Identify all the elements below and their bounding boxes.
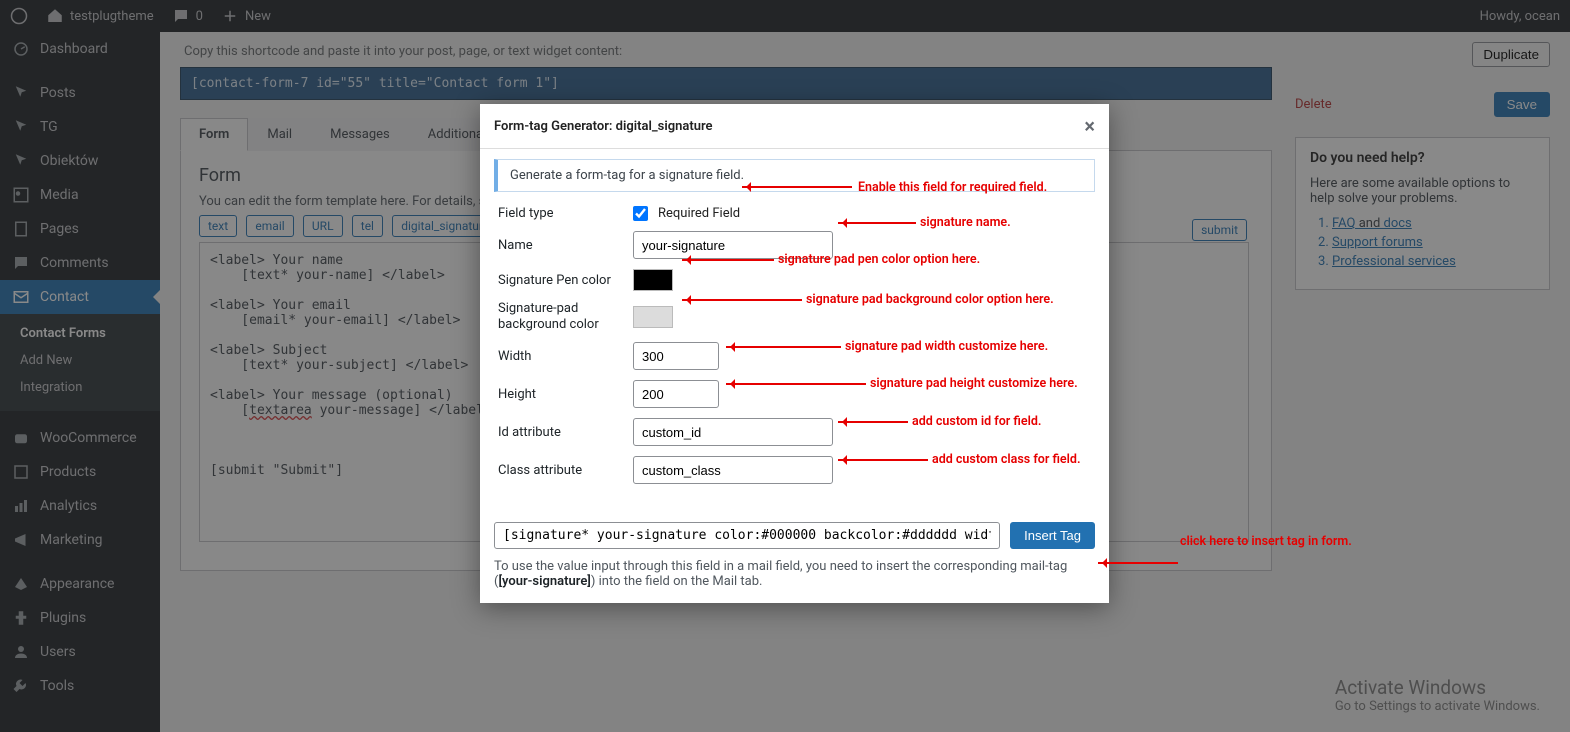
name-input[interactable] (633, 231, 833, 259)
label-bgcolor: Signature-pad background color (498, 301, 633, 332)
form-tag-modal: Form-tag Generator: digital_signature × … (480, 104, 1109, 603)
label-pencolor: Signature Pen color (498, 273, 633, 288)
id-input[interactable] (633, 418, 833, 446)
label-required: Required Field (658, 206, 740, 221)
pen-color-picker[interactable] (633, 269, 673, 291)
label-width: Width (498, 349, 633, 364)
width-input[interactable] (633, 342, 719, 370)
label-height: Height (498, 387, 633, 402)
insert-tag-button[interactable]: Insert Tag (1010, 522, 1095, 549)
height-input[interactable] (633, 380, 719, 408)
label-class: Class attribute (498, 463, 633, 478)
bg-color-picker[interactable] (633, 306, 673, 328)
required-checkbox[interactable] (633, 206, 648, 221)
modal-close-icon[interactable]: × (1084, 114, 1095, 138)
label-name: Name (498, 238, 633, 253)
modal-note: Generate a form-tag for a signature fiel… (494, 159, 1095, 192)
label-id: Id attribute (498, 425, 633, 440)
label-fieldtype: Field type (498, 206, 633, 221)
modal-title: Form-tag Generator: digital_signature (494, 119, 713, 134)
modal-help: To use the value input through this fiel… (480, 559, 1109, 603)
class-input[interactable] (633, 456, 833, 484)
generated-tag-input[interactable] (494, 522, 1000, 549)
